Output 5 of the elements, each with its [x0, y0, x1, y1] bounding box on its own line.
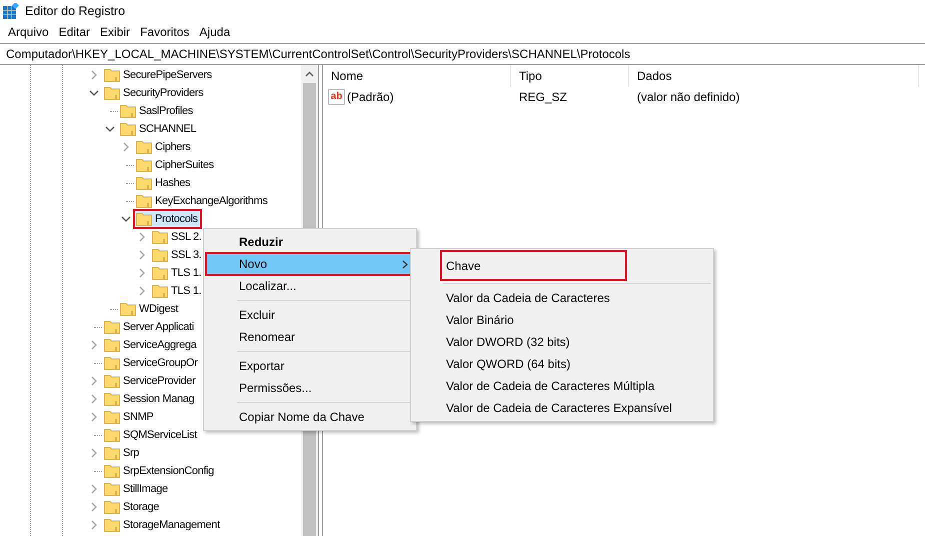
table-cell-text: (valor não definido) — [636, 90, 741, 104]
window-title: Editor do Registro — [25, 4, 126, 18]
table-cell-text: REG_SZ — [518, 90, 568, 104]
table-cell: ab (Padrão) — [323, 89, 511, 105]
string-value-icon: ab — [328, 89, 345, 105]
